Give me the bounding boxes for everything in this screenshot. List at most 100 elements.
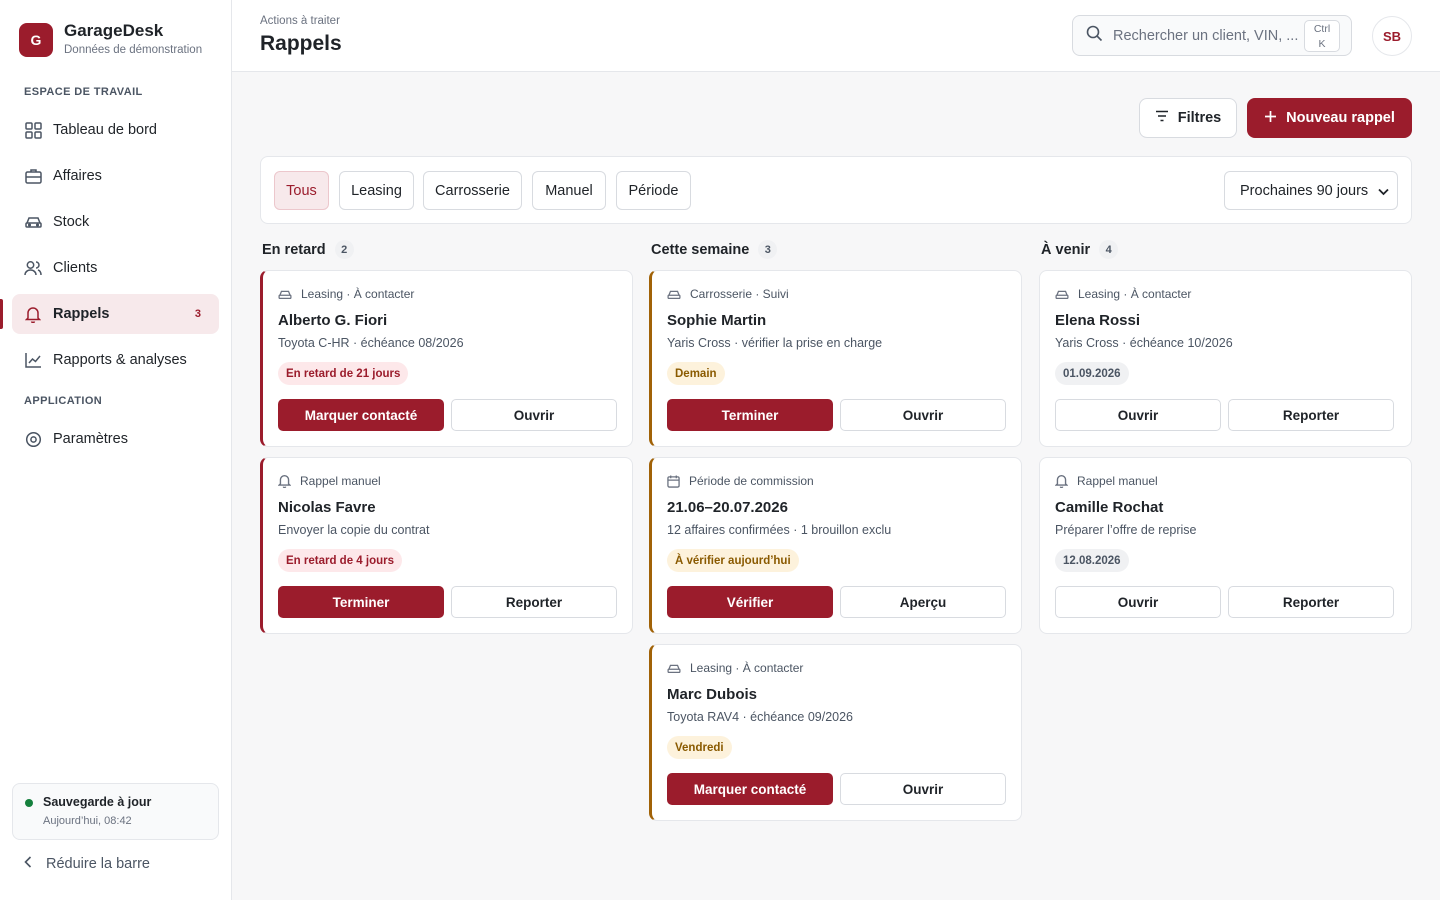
open-button[interactable]: Ouvrir xyxy=(1055,586,1221,618)
card-meta: Période de commission xyxy=(667,474,814,488)
sidebar-item-label: Rapports & analyses xyxy=(53,352,187,368)
status-badge: En retard de 4 jours xyxy=(278,549,403,572)
sidebar-item-settings[interactable]: Paramètres xyxy=(12,419,219,459)
backup-status: Sauvegarde à jour Aujourd’hui, 08:42 xyxy=(12,783,219,840)
sidebar-item-reminders[interactable]: Rappels 3 xyxy=(0,294,219,334)
app-name: GarageDesk xyxy=(64,21,164,40)
mark-contacted-button[interactable]: Marquer contacté xyxy=(667,773,833,805)
reminders-count-badge: 3 xyxy=(194,308,201,320)
card-meta: Rappel manuel xyxy=(1055,474,1158,488)
filter-chip-manual[interactable]: Manuel xyxy=(532,171,606,210)
open-button[interactable]: Ouvrir xyxy=(451,399,617,431)
card-name: Nicolas Favre xyxy=(278,499,376,516)
card-name: Alberto G. Fiori xyxy=(278,312,388,329)
status-dot xyxy=(25,799,33,807)
status-badge: Vendredi xyxy=(667,736,732,759)
car-icon xyxy=(24,213,42,231)
filter-chip-period[interactable]: Période xyxy=(616,171,691,210)
postpone-button[interactable]: Reporter xyxy=(1228,586,1394,618)
sidebar-item-stock[interactable]: Stock xyxy=(12,202,219,242)
status-badge: Demain xyxy=(667,362,725,385)
collapse-label: Réduire la barre xyxy=(46,856,150,872)
plus-icon xyxy=(1264,110,1277,127)
sidebar-item-clients[interactable]: Clients xyxy=(12,248,219,288)
card-detail: Toyota RAV4 · échéance 09/2026 xyxy=(667,710,854,724)
search-icon xyxy=(1086,25,1103,47)
brand-logo: G xyxy=(19,23,53,57)
filter-chip-leasing[interactable]: Leasing xyxy=(339,171,414,210)
card-meta: Leasing · À contacter xyxy=(278,287,414,301)
card-name: Elena Rossi xyxy=(1055,312,1141,329)
column-header-upcoming: À venir 4 xyxy=(1041,240,1119,259)
column-title: Cette semaine xyxy=(651,241,750,258)
open-button[interactable]: Ouvrir xyxy=(840,399,1006,431)
column-header-overdue: En retard 2 xyxy=(262,240,354,259)
card-meta-label: Leasing · À contacter xyxy=(1078,287,1192,301)
complete-button[interactable]: Terminer xyxy=(278,586,444,618)
card-meta: Carrosserie · Suivi xyxy=(667,287,789,301)
column-header-this-week: Cette semaine 3 xyxy=(651,240,778,259)
verify-button[interactable]: Vérifier xyxy=(667,586,833,618)
card-meta-label: Carrosserie · Suivi xyxy=(690,287,789,301)
sidebar-item-deals[interactable]: Affaires xyxy=(12,156,219,196)
postpone-button[interactable]: Reporter xyxy=(1228,399,1394,431)
column-count: 2 xyxy=(334,240,354,259)
sidebar-item-reports[interactable]: Rapports & analyses xyxy=(12,340,219,380)
status-badge: À vérifier aujourd’hui xyxy=(667,549,799,572)
bell-icon xyxy=(278,474,291,488)
reminder-card[interactable]: Carrosserie · Suivi Sophie Martin Yaris … xyxy=(649,270,1022,447)
open-button[interactable]: Ouvrir xyxy=(840,773,1006,805)
search-box[interactable]: Ctrl K xyxy=(1072,15,1352,56)
bell-icon xyxy=(24,305,42,323)
users-icon xyxy=(24,259,42,277)
filter-bar: Tous Leasing Carrosserie Manuel Période … xyxy=(260,156,1412,224)
gear-icon xyxy=(24,430,42,448)
car-icon xyxy=(667,663,681,674)
sidebar-item-label: Affaires xyxy=(53,168,102,184)
column-title: En retard xyxy=(262,241,326,258)
sidebar: G GarageDesk Données de démonstration ES… xyxy=(0,0,232,900)
preview-button[interactable]: Aperçu xyxy=(840,586,1006,618)
filter-chip-all[interactable]: Tous xyxy=(274,171,329,210)
column-title: À venir xyxy=(1041,241,1091,258)
card-detail: Yaris Cross · échéance 10/2026 xyxy=(1055,336,1233,350)
search-input[interactable] xyxy=(1113,27,1299,44)
card-name: Camille Rochat xyxy=(1055,499,1164,516)
card-meta-label: Rappel manuel xyxy=(1077,474,1158,488)
reminder-card[interactable]: Rappel manuel Camille Rochat Préparer l’… xyxy=(1039,457,1412,634)
new-reminder-button[interactable]: Nouveau rappel xyxy=(1247,98,1412,138)
collapse-sidebar-button[interactable]: Réduire la barre xyxy=(24,856,150,872)
backup-time: Aujourd’hui, 08:42 xyxy=(43,815,132,827)
chart-icon xyxy=(24,351,42,369)
sidebar-item-dashboard[interactable]: Tableau de bord xyxy=(12,110,219,150)
card-meta: Leasing · À contacter xyxy=(1055,287,1191,301)
reminder-card[interactable]: Leasing · À contacter Elena Rossi Yaris … xyxy=(1039,270,1412,447)
brand[interactable]: G GarageDesk Données de démonstration xyxy=(19,21,202,59)
column-count: 4 xyxy=(1099,240,1119,259)
briefcase-icon xyxy=(24,167,42,185)
reminder-card[interactable]: Leasing · À contacter Alberto G. Fiori T… xyxy=(260,270,633,447)
app-subtitle: Données de démonstration xyxy=(64,44,203,56)
reminder-card[interactable]: Rappel manuel Nicolas Favre Envoyer la c… xyxy=(260,457,633,634)
mark-contacted-button[interactable]: Marquer contacté xyxy=(278,399,444,431)
filter-chip-bodywork[interactable]: Carrosserie xyxy=(423,171,522,210)
filter-icon xyxy=(1155,110,1169,126)
card-detail: Yaris Cross · vérifier la prise en charg… xyxy=(667,336,883,350)
postpone-button[interactable]: Reporter xyxy=(451,586,617,618)
chevron-left-icon xyxy=(24,856,32,872)
avatar[interactable]: SB xyxy=(1372,16,1412,56)
reminder-card[interactable]: Période de commission 21.06–20.07.2026 1… xyxy=(649,457,1022,634)
card-meta-label: Leasing · À contacter xyxy=(301,287,415,301)
reminder-card[interactable]: Leasing · À contacter Marc Dubois Toyota… xyxy=(649,644,1022,821)
car-icon xyxy=(278,289,292,300)
period-select[interactable]: Prochaines 90 jours xyxy=(1224,171,1398,210)
shortcut-key-ctrl: Ctrl xyxy=(1313,23,1331,35)
card-detail: Toyota C-HR · échéance 08/2026 xyxy=(278,336,464,350)
status-badge: En retard de 21 jours xyxy=(278,362,409,385)
complete-button[interactable]: Terminer xyxy=(667,399,833,431)
open-button[interactable]: Ouvrir xyxy=(1055,399,1221,431)
sidebar-item-label: Rappels xyxy=(53,306,110,322)
card-name: Sophie Martin xyxy=(667,312,767,329)
section-label-workspace: ESPACE DE TRAVAIL xyxy=(24,86,143,98)
filters-button[interactable]: Filtres xyxy=(1139,98,1237,138)
